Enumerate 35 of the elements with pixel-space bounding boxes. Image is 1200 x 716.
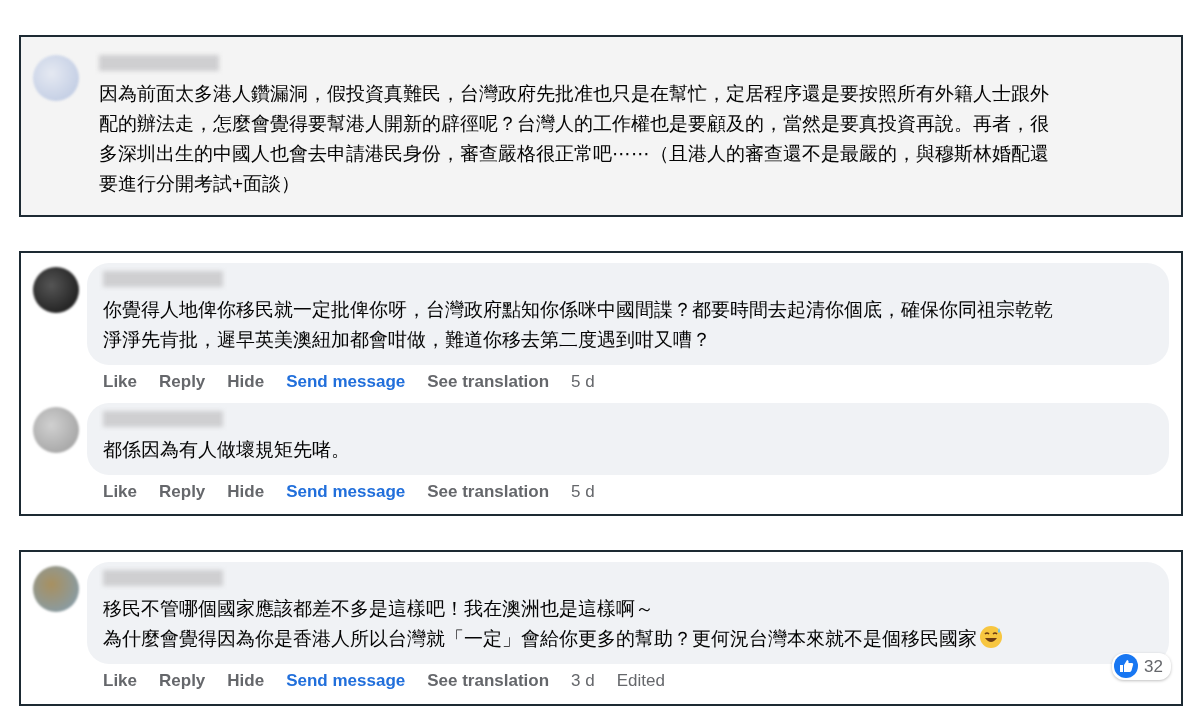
avatar-circle [33,267,79,313]
action-link[interactable]: Reply [159,478,206,504]
comment-text: 因為前面太多港人鑽漏洞，假投資真難民，台灣政府先批准也只是在幫忙，定居程序還是要按照所有外籍人士跟外 [99,82,1050,106]
action-link[interactable]: Like [103,478,138,504]
action-link[interactable]: Like [103,369,138,395]
avatar-circle [33,406,79,453]
action-link[interactable]: Hide [227,369,265,395]
comment-text: 移民不管哪個國家應該都差不多是這樣吧！我在澳洲也是這樣啊～ [103,597,655,621]
emoji-icon [979,625,1003,649]
comment-meta: 5 d [571,480,595,503]
comment-text: 為什麼會覺得因為你是香港人所以台灣就「一定」會給你更多的幫助？更何況台灣本來就不是個移民國家 [103,628,977,649]
thumbs-up-icon [1114,654,1139,679]
comment-meta: 5 d [571,371,595,393]
send-message-link[interactable]: Send message [286,478,406,504]
avatar-circle [33,566,79,612]
comment-meta: 3 d [571,670,595,692]
reaction-count: 32 [1112,652,1171,680]
avatar-circle [33,55,79,101]
comment-text: 多深圳出生的中國人也會去申請港民身份，審查嚴格很正常吧⋯⋯（且港人的審查還不是最嚴的，與穆斯林婚配還 [99,142,1050,166]
action-link[interactable]: See translation [427,668,550,694]
comment-text: 要進行分開考試+面談） [99,172,302,196]
send-message-link[interactable]: Send message [286,668,406,694]
action-link[interactable]: Hide [227,668,265,694]
action-link[interactable]: Reply [159,668,206,694]
action-link[interactable]: See translation [427,478,550,504]
comment-text: 淨淨先肯批，遲早英美澳紐加都會咁做，難道你移去第二度遇到咁又嘈？ [103,328,712,352]
comment-text: 配的辦法走，怎麼會覺得要幫港人開新的辟徑呢？台灣人的工作權也是要顧及的，當然是要真投資再說。再者，很 [99,112,1050,136]
comment-text: 都係因為有人做壞規矩先啫。 [103,437,351,462]
send-message-link[interactable]: Send message [286,369,406,395]
comment-text: 你覺得人地俾你移民就一定批俾你呀，台灣政府點知你係咪中國間諜？都要時間去起清你個底，確保你同祖宗乾乾 [103,298,1054,322]
action-link[interactable]: Reply [159,369,206,395]
comment-meta: Edited [616,670,665,692]
action-link[interactable]: Like [103,668,138,694]
action-link[interactable]: Hide [227,478,265,504]
action-link[interactable]: See translation [427,369,550,395]
